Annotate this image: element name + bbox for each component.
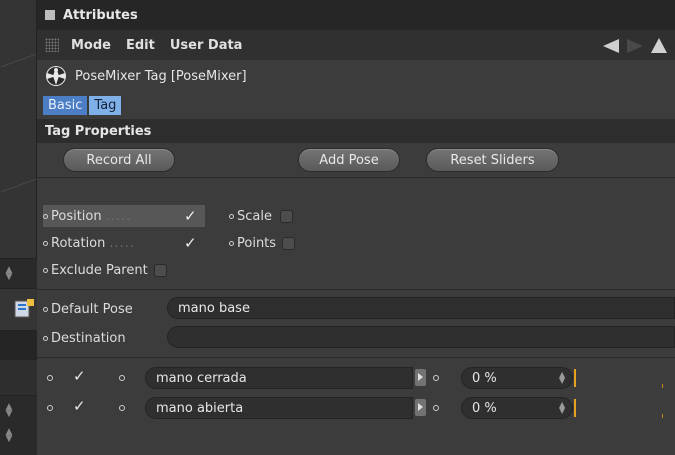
destination-row: Destination (43, 327, 126, 349)
animation-dot-icon[interactable] (47, 375, 53, 381)
scale-checkbox[interactable] (279, 209, 293, 223)
pose-enabled-checkbox[interactable]: ✓ (73, 397, 86, 415)
default-pose-row: Default Pose (43, 298, 133, 320)
object-header: PoseMixer Tag [PoseMixer] (37, 60, 675, 92)
rotation-label: Rotation (51, 235, 106, 251)
destination-label: Destination (51, 330, 126, 346)
checkmark-icon: ✓ (184, 206, 197, 225)
menu-user-data[interactable]: User Data (170, 38, 243, 53)
reset-sliders-button[interactable]: Reset Sliders (426, 148, 559, 172)
exclude-parent-label: Exclude Parent (51, 262, 148, 278)
forward-arrow-icon[interactable] (627, 38, 643, 53)
updown-arrows-icon[interactable]: ▲ ▼ (4, 266, 14, 282)
pose-name-field[interactable]: mano cerrada (145, 367, 413, 389)
panel-square-icon (45, 10, 55, 20)
leader-dots: ..... (105, 208, 132, 224)
pose-strength-slider[interactable] (573, 399, 675, 417)
tab-basic[interactable]: Basic (43, 96, 88, 115)
menu-bar: Mode Edit User Data (37, 30, 675, 60)
pose-enabled-checkbox[interactable]: ✓ (73, 367, 86, 385)
animation-dot-icon[interactable] (43, 240, 48, 246)
pose-strength-field[interactable]: 0 % (461, 367, 573, 389)
pose-arrow-button[interactable] (415, 399, 426, 416)
points-checkbox[interactable] (282, 236, 296, 250)
rotation-checkbox[interactable]: ✓ (184, 232, 197, 254)
slider-tick (662, 414, 663, 418)
animation-dot-icon[interactable] (43, 267, 48, 273)
default-pose-field[interactable]: mano base (167, 297, 675, 319)
animation-dot-icon[interactable] (433, 375, 439, 381)
back-arrow-icon[interactable] (603, 38, 619, 53)
section-header: Tag Properties (37, 119, 675, 143)
left-panel-viewport (0, 0, 37, 258)
slider-tick (662, 384, 663, 388)
pose-row: ✓ mano abierta 0 % ▲ ▼ (37, 394, 675, 422)
spinner-arrows-icon[interactable]: ▲ ▼ (559, 371, 565, 385)
left-panel-row: ▲ ▼ ▲ ▼ (0, 395, 37, 455)
points-label: Points (237, 235, 277, 251)
add-pose-button[interactable]: Add Pose (298, 148, 400, 172)
default-pose-label: Default Pose (51, 301, 133, 317)
checkmark-icon: ✓ (184, 233, 197, 252)
posemixer-icon (46, 66, 66, 86)
menu-edit[interactable]: Edit (126, 38, 155, 53)
position-checkbox[interactable]: ✓ (184, 205, 197, 227)
nav-arrows (603, 38, 667, 53)
attributes-panel: Attributes Mode Edit User Data PoseMixer… (37, 0, 675, 455)
animation-dot-icon[interactable] (229, 213, 234, 219)
pose-strength-slider[interactable] (573, 369, 675, 387)
pose-arrow-button[interactable] (415, 369, 426, 386)
panel-title: Attributes (63, 7, 138, 23)
updown-arrows-icon[interactable]: ▲ ▼ (4, 403, 14, 419)
points-row[interactable]: Points (229, 232, 296, 254)
slider-marker[interactable] (574, 369, 576, 387)
position-row[interactable]: Position ..... (43, 205, 205, 227)
pose-row: ✓ mano cerrada 0 % ▲ ▼ (37, 364, 675, 392)
grip-icon[interactable] (45, 38, 59, 52)
exclude-parent-checkbox[interactable] (153, 263, 167, 277)
left-panel-row (0, 330, 37, 360)
left-panel-sliver: ▲ ▼ ▲ ▼ ▲ ▼ (0, 0, 37, 455)
spinner-arrows-icon[interactable]: ▲ ▼ (559, 401, 565, 415)
divider (37, 357, 675, 358)
position-label: Position (51, 208, 102, 224)
animation-dot-icon[interactable] (119, 405, 125, 411)
rotation-row[interactable]: Rotation ..... (43, 232, 135, 254)
slider-marker[interactable] (574, 399, 576, 417)
action-buttons-row: Record All Add Pose Reset Sliders (37, 143, 675, 178)
divider (37, 289, 675, 290)
updown-arrows-icon[interactable]: ▲ ▼ (4, 428, 14, 444)
menu-mode[interactable]: Mode (71, 38, 111, 53)
object-name: PoseMixer Tag [PoseMixer] (75, 68, 247, 84)
tab-bar: Basic Tag (37, 92, 675, 119)
record-all-button[interactable]: Record All (63, 148, 175, 172)
animation-dot-icon[interactable] (43, 335, 48, 341)
left-panel-row: ▲ ▼ (0, 258, 37, 288)
scale-label: Scale (237, 208, 272, 224)
destination-field[interactable] (167, 326, 675, 348)
scale-row[interactable]: Scale (229, 205, 293, 227)
leader-dots: ..... (109, 235, 136, 251)
animation-dot-icon[interactable] (43, 213, 48, 219)
animation-dot-icon[interactable] (433, 405, 439, 411)
animation-dot-icon[interactable] (119, 375, 125, 381)
pose-strength-field[interactable]: 0 % (461, 397, 573, 419)
panel-title-bar: Attributes (37, 0, 675, 30)
pose-name-field[interactable]: mano abierta (145, 397, 413, 419)
animation-dot-icon[interactable] (229, 240, 234, 246)
document-icon[interactable] (12, 299, 34, 319)
exclude-parent-row[interactable]: Exclude Parent (43, 259, 167, 281)
up-arrow-icon[interactable] (651, 38, 667, 53)
tab-tag[interactable]: Tag (89, 96, 122, 115)
animation-dot-icon[interactable] (47, 405, 53, 411)
animation-dot-icon[interactable] (43, 306, 48, 312)
